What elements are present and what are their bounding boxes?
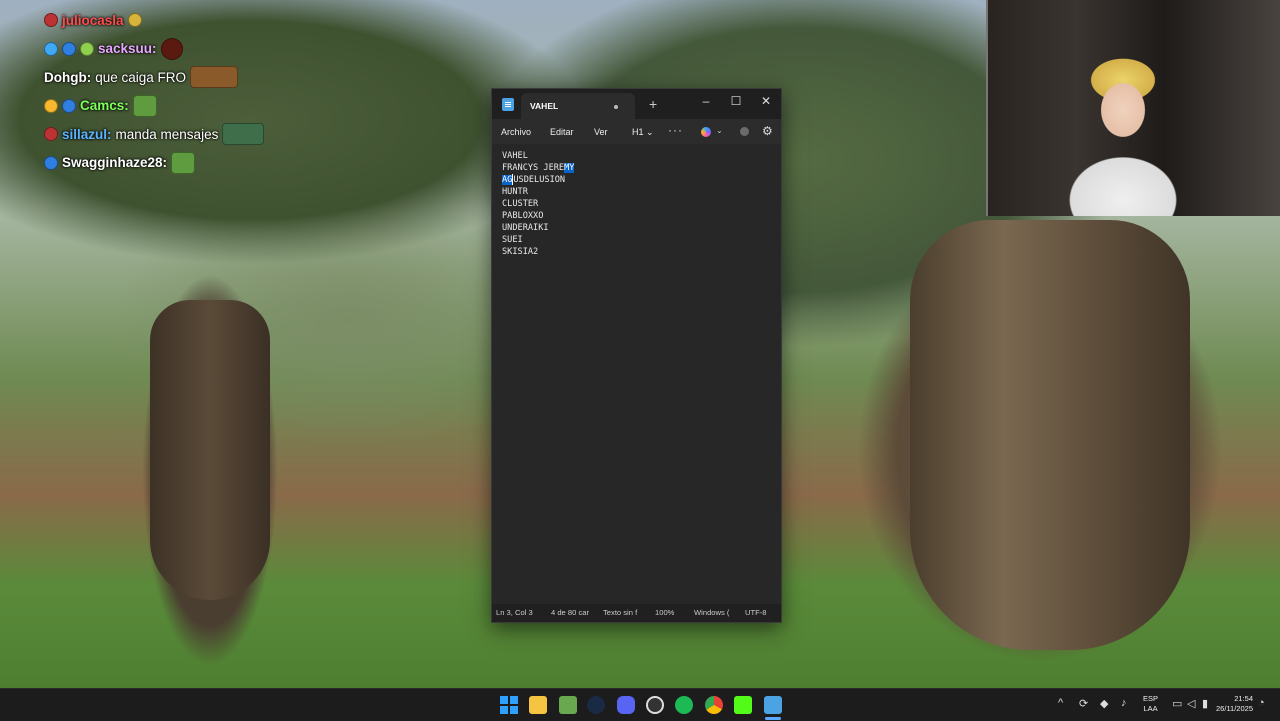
zoom-level[interactable]: 100% [655, 608, 674, 617]
chat-emote-icon [160, 37, 183, 60]
chat-username: Swagginhaze28: [62, 155, 168, 171]
spotify-icon[interactable] [675, 696, 693, 714]
new-tab-button[interactable]: + [649, 95, 657, 113]
chat-message: Camcs: [44, 92, 374, 121]
chat-username: Dohgb: [44, 69, 92, 85]
cursor-position[interactable]: Ln 3, Col 3 [496, 608, 533, 617]
kick-icon[interactable] [734, 696, 752, 714]
chevron-down-icon[interactable]: ⌄ [716, 126, 723, 135]
text-line: FRANCYS JEREMY [502, 163, 575, 173]
chat-badge-icon [44, 155, 58, 170]
clock[interactable]: 21:54 26/11/2025 [1209, 694, 1253, 714]
text-line: SUEI [502, 235, 523, 245]
battery-icon[interactable]: ▮ [1202, 697, 1208, 710]
chat-username: sacksuu: [98, 41, 157, 57]
minecraft-icon[interactable] [559, 696, 577, 714]
clock-date: 26/11/2025 [1216, 704, 1253, 713]
text-line: VAHEL [502, 151, 528, 161]
chat-message: juliocasla [44, 6, 374, 35]
text-line: AGUSDELUSION [502, 174, 566, 185]
menu-bar: Archivo Editar Ver H1 ⌄ ··· ⌄ ⚙ [492, 119, 781, 144]
security-icon[interactable]: ◆ [1100, 697, 1108, 710]
maximize-button[interactable]: ☐ [722, 91, 750, 111]
minimize-button[interactable]: – [692, 91, 720, 111]
selected-text: AG [502, 175, 513, 185]
more-options-button[interactable]: ··· [668, 123, 683, 137]
text-line: UNDERAIKI [502, 223, 549, 233]
character-count: 4 de 80 car [551, 608, 589, 617]
text-line: CLUSTER [502, 199, 539, 209]
coin-emote-icon [127, 13, 142, 28]
chat-badge-icon [62, 41, 76, 56]
chat-badge-icon [44, 98, 58, 113]
chat-emote-icon [171, 151, 196, 174]
chat-badge-icon [62, 98, 76, 113]
text-line: HUNTR [502, 187, 528, 197]
chat-badge-icon [44, 13, 58, 28]
chat-message: sillazul: manda mensajes [44, 120, 374, 149]
tab-title: VAHEL [530, 101, 559, 111]
language-code: ESP [1143, 694, 1159, 703]
unsaved-dot-icon[interactable] [614, 105, 618, 109]
text-editor-area[interactable]: VAHEL FRANCYS JEREMY AGUSDELUSION HUNTR … [492, 144, 781, 610]
chat-emote-icon [132, 94, 157, 117]
clock-time: 21:54 [1234, 694, 1253, 703]
chat-emote-icon [222, 123, 265, 146]
chat-username: Camcs: [80, 98, 129, 114]
chat-message-text: manda mensajes [115, 126, 219, 142]
chat-badge-icon [44, 127, 58, 142]
menu-view[interactable]: Ver [594, 127, 608, 137]
chat-emote-icon [190, 66, 239, 89]
show-hidden-icons-chevron-icon[interactable]: ^ [1058, 697, 1063, 709]
chat-message: Swagginhaze28: [44, 149, 374, 178]
sync-icon[interactable]: ⟳ [1079, 697, 1088, 710]
text-line: SKISIA2 [502, 247, 539, 257]
text-format[interactable]: Texto sin f [603, 608, 637, 617]
gear-icon[interactable]: ⚙ [762, 124, 773, 138]
chat-message: Dohgb: que caiga FRO [44, 63, 374, 92]
discord-icon[interactable] [617, 696, 635, 714]
olive-tree-trunk-right [910, 220, 1190, 650]
heading-dropdown[interactable]: H1 ⌄ [632, 127, 654, 138]
encoding[interactable]: UTF-8 [745, 608, 767, 617]
stream-chat-overlay: juliocasla sacksuu: Dohgb: que caiga FRO… [44, 6, 374, 177]
chat-username: sillazul: [62, 126, 112, 142]
status-bar: Ln 3, Col 3 4 de 80 car Texto sin f 100%… [492, 604, 781, 622]
keyboard-layout: LAA [1143, 704, 1158, 713]
notepad-taskbar-icon[interactable] [764, 696, 782, 714]
chat-message-text: que caiga FRO [95, 69, 187, 85]
account-icon[interactable] [740, 127, 749, 136]
olive-tree-trunk-left [150, 300, 270, 600]
title-bar[interactable]: VAHEL + – ☐ ✕ [492, 89, 781, 119]
taskbar: ^ ⟳ ◆ ♪ ESP LAA ▭ ◁ ▮ 21:54 26/11/2025 ◔ [0, 688, 1280, 721]
menu-file[interactable]: Archivo [501, 127, 531, 137]
notifications-bell-icon[interactable]: ◔ [1258, 697, 1265, 709]
start-windows-icon[interactable] [500, 696, 518, 714]
close-button[interactable]: ✕ [752, 91, 780, 111]
text-line: PABLOXXO [502, 211, 544, 221]
notepad-window: VAHEL + – ☐ ✕ Archivo Editar Ver H1 ⌄ ··… [491, 88, 782, 623]
file-explorer-icon[interactable] [529, 696, 547, 714]
notepad-app-icon [502, 98, 514, 111]
obs-icon[interactable] [646, 696, 664, 714]
webcam-overlay [986, 0, 1280, 216]
steam-icon[interactable] [587, 696, 605, 714]
chat-badge-icon [80, 41, 94, 56]
chat-message: sacksuu: [44, 35, 374, 64]
copilot-icon[interactable] [701, 127, 711, 137]
chat-badge-icon [44, 41, 58, 56]
language-indicator[interactable]: ESP LAA [1143, 694, 1158, 714]
chrome-icon[interactable] [705, 696, 723, 714]
chat-username: juliocasla [62, 12, 124, 28]
line-ending[interactable]: Windows ( [694, 608, 729, 617]
network-icon[interactable]: ▭ [1172, 697, 1182, 710]
tab-vahel[interactable]: VAHEL [521, 93, 635, 119]
menu-edit[interactable]: Editar [550, 127, 574, 137]
microphone-icon[interactable]: ♪ [1121, 697, 1127, 709]
volume-icon[interactable]: ◁ [1187, 697, 1195, 710]
selected-text: MY [564, 163, 575, 173]
